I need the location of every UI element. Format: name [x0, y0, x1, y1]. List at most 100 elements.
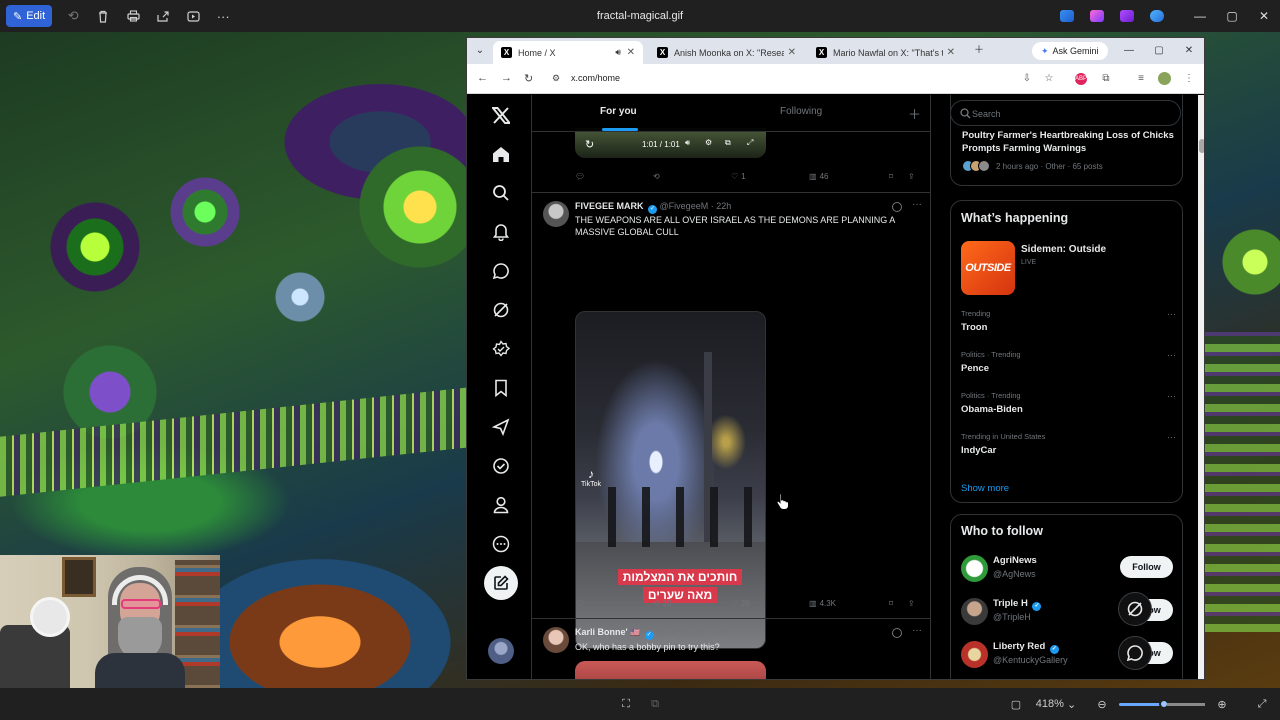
- url-field[interactable]: x.com/home: [571, 73, 620, 83]
- tab-following[interactable]: Following: [780, 106, 822, 117]
- more-options-icon[interactable]: ···: [208, 0, 238, 32]
- edit-button[interactable]: ✎ Edit: [6, 5, 53, 27]
- account-avatar[interactable]: [488, 638, 514, 664]
- crop-icon[interactable]: ⧉: [647, 688, 663, 720]
- jobs-icon[interactable]: [489, 415, 513, 439]
- tab-list-icon[interactable]: ⌄: [469, 42, 491, 60]
- install-app-icon[interactable]: ⇩: [1020, 72, 1034, 86]
- share-icon[interactable]: ⇪: [908, 172, 915, 181]
- tab-mario-nawfal[interactable]: X Mario Nawfal on X: "That's the ✕: [808, 41, 963, 64]
- post-avatar[interactable]: [543, 627, 569, 653]
- extensions-icon[interactable]: ⧉: [1099, 72, 1113, 86]
- home-icon[interactable]: [489, 142, 513, 166]
- trend-item[interactable]: Politics · Trending Obama-Biden ···: [961, 391, 1176, 427]
- grok-explain-icon[interactable]: [892, 202, 902, 212]
- minimize-icon[interactable]: —: [1184, 0, 1216, 32]
- reload-icon[interactable]: ↻: [524, 72, 533, 85]
- search-input[interactable]: [972, 106, 1172, 122]
- maximize-icon[interactable]: ▢: [1216, 0, 1248, 32]
- grok-explain-icon[interactable]: [892, 628, 902, 638]
- fullscreen-icon[interactable]: ⤢: [747, 138, 753, 148]
- trend-item[interactable]: Politics · Trending Pence ···: [961, 350, 1176, 386]
- verified-orgs-icon[interactable]: [489, 454, 513, 478]
- new-tab-icon[interactable]: ＋: [965, 42, 993, 60]
- follow-button[interactable]: Follow: [1120, 556, 1173, 578]
- scrollbar-thumb[interactable]: [1199, 139, 1204, 153]
- avatar[interactable]: [961, 598, 988, 625]
- tab-close-icon[interactable]: ✕: [627, 47, 635, 58]
- settings-icon[interactable]: ⚙: [705, 138, 712, 147]
- replay-icon[interactable]: ↻: [585, 138, 594, 151]
- volume-icon[interactable]: 🔊︎: [685, 138, 690, 148]
- ask-gemini-button[interactable]: ✦ Ask Gemini: [1032, 42, 1108, 60]
- reading-list-icon[interactable]: ≡: [1134, 72, 1148, 86]
- avatar[interactable]: [961, 555, 988, 582]
- post-more-icon[interactable]: ···: [912, 625, 922, 636]
- profile-avatar-icon[interactable]: [1158, 72, 1171, 85]
- zoom-level[interactable]: 418% ⌄: [1034, 688, 1078, 720]
- bookmark-icon[interactable]: ⌑: [889, 172, 893, 181]
- editor-app-icon[interactable]: [1060, 10, 1074, 22]
- x-logo-icon[interactable]: [489, 103, 513, 127]
- zoom-slider[interactable]: [1119, 699, 1205, 709]
- avatar[interactable]: [961, 641, 988, 668]
- close-icon[interactable]: ✕: [1248, 0, 1280, 32]
- tab-for-you[interactable]: For you: [600, 106, 637, 117]
- audio-icon[interactable]: 🔊︎: [615, 47, 621, 58]
- bookmarks-icon[interactable]: [489, 376, 513, 400]
- messages-floating-button[interactable]: [1118, 636, 1152, 670]
- fit-to-window-icon[interactable]: ⛶: [618, 688, 634, 720]
- repost-button[interactable]: ⟲ 10: [653, 599, 672, 608]
- search-box[interactable]: [950, 100, 1181, 126]
- grok-floating-button[interactable]: [1118, 592, 1152, 626]
- slideshow-icon[interactable]: [178, 0, 208, 32]
- print-icon[interactable]: [118, 0, 148, 32]
- adblock-extension-icon[interactable]: ABP: [1075, 73, 1087, 85]
- cloud-sync-icon[interactable]: [1150, 10, 1164, 22]
- like-button[interactable]: ♡ 26: [731, 599, 750, 608]
- delete-icon[interactable]: [88, 0, 118, 32]
- grok-icon[interactable]: [489, 298, 513, 322]
- messages-icon[interactable]: [489, 259, 513, 283]
- news-headline[interactable]: Poultry Farmer's Heartbreaking Loss of C…: [962, 129, 1177, 155]
- trend-item[interactable]: Trending in United States IndyCar ···: [961, 432, 1176, 468]
- show-more-link[interactable]: Show more: [961, 483, 1009, 494]
- profile-icon[interactable]: [489, 493, 513, 517]
- post-handle-time[interactable]: @FivegeeM · 22h: [660, 201, 732, 211]
- post[interactable]: FIVEGEE MARK ✓ @FivegeeM · 22h ··· THE W…: [532, 192, 930, 649]
- forward-icon[interactable]: →: [501, 72, 512, 84]
- bookmark-icon[interactable]: ⌑: [889, 599, 893, 608]
- event-title[interactable]: Sidemen: Outside: [1021, 244, 1106, 255]
- share-icon[interactable]: [148, 0, 178, 32]
- close-icon[interactable]: ✕: [1175, 42, 1203, 60]
- zoom-out-icon[interactable]: ⊖: [1094, 688, 1110, 720]
- maximize-icon[interactable]: ▢: [1145, 42, 1173, 60]
- trend-more-icon[interactable]: ···: [1167, 391, 1176, 401]
- repost-icon[interactable]: ⟲: [653, 172, 660, 181]
- views-button[interactable]: ▥ 46: [809, 172, 828, 181]
- fullscreen-icon[interactable]: ⤢: [1254, 688, 1270, 720]
- minimize-icon[interactable]: —: [1115, 42, 1143, 60]
- back-icon[interactable]: ←: [477, 72, 488, 84]
- zoom-in-icon[interactable]: ⊕: [1214, 688, 1230, 720]
- scrollbar[interactable]: [1198, 95, 1204, 679]
- tab-close-icon[interactable]: ✕: [947, 47, 955, 58]
- notifications-icon[interactable]: [489, 220, 513, 244]
- post-author-name[interactable]: Karli Bonne': [575, 627, 628, 637]
- event-thumbnail[interactable]: OUTSIDE: [961, 241, 1015, 295]
- site-info-icon[interactable]: ⚙: [552, 73, 560, 84]
- reply-icon[interactable]: 💬︎: [575, 172, 585, 181]
- tab-home-x[interactable]: X Home / X 🔊︎ ✕: [493, 41, 643, 64]
- rotate-icon[interactable]: ⟲: [58, 0, 88, 32]
- trend-more-icon[interactable]: ···: [1167, 350, 1176, 360]
- tab-anish-moonka[interactable]: X Anish Moonka on X: "Research ✕: [649, 41, 804, 64]
- browser-menu-icon[interactable]: ⋮: [1182, 72, 1196, 86]
- add-timeline-icon[interactable]: ＋: [908, 104, 921, 123]
- designer-app-icon[interactable]: [1090, 10, 1104, 22]
- post-avatar[interactable]: [543, 201, 569, 227]
- pip-icon[interactable]: ⧉: [725, 138, 731, 148]
- trend-more-icon[interactable]: ···: [1167, 309, 1176, 319]
- clipchamp-app-icon[interactable]: [1120, 10, 1134, 22]
- compose-post-button[interactable]: [484, 566, 518, 600]
- premium-icon[interactable]: [489, 337, 513, 361]
